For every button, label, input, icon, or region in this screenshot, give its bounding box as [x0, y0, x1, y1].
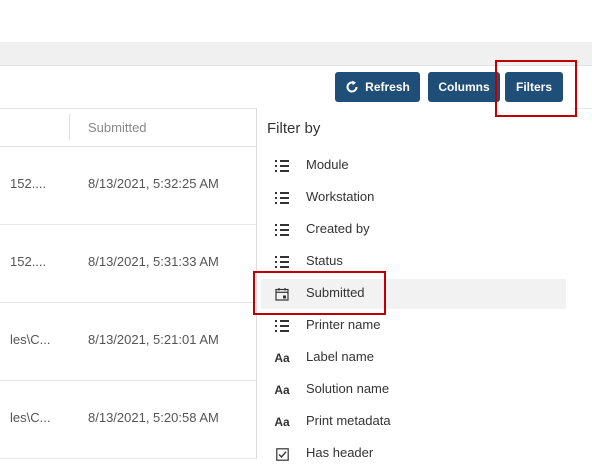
text-icon: Aa — [274, 383, 290, 397]
top-bar — [0, 0, 592, 42]
filter-item-status[interactable]: Status — [261, 247, 566, 277]
filter-item-solution-name[interactable]: Aa Solution name — [261, 375, 566, 405]
table-row[interactable]: les\C... 8/13/2021, 5:21:01 AM — [0, 303, 256, 381]
cell-truncated: les\C... — [10, 332, 51, 347]
list-icon — [273, 189, 291, 207]
list-icon — [273, 221, 291, 239]
cell-truncated: les\C... — [10, 410, 51, 425]
calendar-icon — [273, 285, 291, 303]
results-table: Submitted 152.... 8/13/2021, 5:32:25 AM … — [0, 108, 256, 459]
table-header: Submitted — [0, 108, 256, 147]
list-icon — [273, 253, 291, 271]
filters-label: Filters — [515, 80, 552, 94]
text-icon: Aa — [274, 415, 290, 429]
filter-item-label: Printer name — [306, 317, 381, 332]
text-icon: Aa — [274, 351, 290, 365]
cell-truncated: 152.... — [10, 176, 47, 191]
filter-item-label: Module — [306, 157, 349, 172]
cell-submitted: 8/13/2021, 5:20:58 AM — [88, 410, 219, 425]
cell-submitted: 8/13/2021, 5:32:25 AM — [88, 176, 219, 191]
submitted-column-header[interactable]: Submitted — [88, 120, 147, 135]
refresh-label: Refresh — [365, 80, 410, 94]
filter-item-module[interactable]: Module — [261, 151, 566, 181]
filter-item-printer-name[interactable]: Printer name — [261, 311, 566, 341]
filter-item-label: Label name — [306, 349, 374, 364]
list-icon — [273, 317, 291, 335]
column-divider — [69, 114, 70, 140]
filter-item-label-name[interactable]: Aa Label name — [261, 343, 566, 373]
filter-item-label: Has header — [306, 445, 374, 460]
cell-truncated: 152.... — [10, 254, 47, 269]
filter-item-created-by[interactable]: Created by — [261, 215, 566, 245]
header-band — [0, 42, 592, 66]
filter-item-submitted[interactable]: Submitted — [261, 279, 566, 309]
refresh-icon — [346, 80, 358, 93]
refresh-button[interactable]: Refresh — [335, 72, 420, 102]
filters-button[interactable]: Filters — [505, 72, 563, 102]
toolbar — [0, 66, 592, 109]
columns-button[interactable]: Columns — [428, 72, 500, 102]
filter-item-print-metadata[interactable]: Aa Print metadata — [261, 407, 566, 437]
filter-item-label: Solution name — [306, 381, 390, 396]
cell-submitted: 8/13/2021, 5:31:33 AM — [88, 254, 219, 269]
table-row[interactable]: les\C... 8/13/2021, 5:20:58 AM — [0, 381, 256, 459]
filter-item-label: Created by — [306, 221, 370, 236]
columns-label: Columns — [438, 80, 490, 94]
table-row[interactable]: 152.... 8/13/2021, 5:31:33 AM — [0, 225, 256, 303]
filter-item-workstation[interactable]: Workstation — [261, 183, 566, 213]
filter-panel: Filter by Module Workstation Created by … — [256, 108, 572, 461]
filter-item-label: Submitted — [306, 285, 365, 300]
list-icon — [273, 157, 291, 175]
filter-panel-title: Filter by — [267, 120, 321, 137]
filter-item-has-header[interactable]: Has header — [261, 439, 566, 469]
filter-item-label: Workstation — [306, 189, 375, 204]
checkbox-icon — [273, 445, 291, 463]
filter-item-label: Print metadata — [306, 413, 391, 428]
filter-item-label: Status — [306, 253, 343, 268]
cell-submitted: 8/13/2021, 5:21:01 AM — [88, 332, 219, 347]
table-row[interactable]: 152.... 8/13/2021, 5:32:25 AM — [0, 147, 256, 225]
